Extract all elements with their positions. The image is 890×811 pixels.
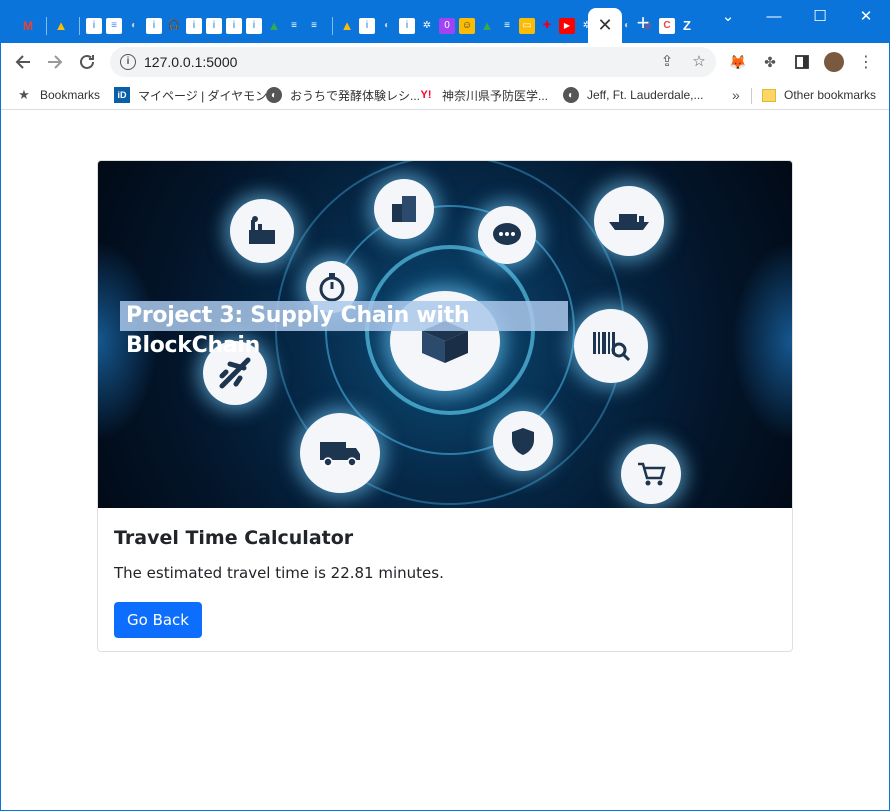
bookmark-label: おうちで発酵体験レシ... [290,88,421,103]
globe-icon[interactable]: ◐ [126,18,142,34]
page-icon[interactable]: i [146,17,162,34]
drive-icon[interactable]: ▲ [266,18,282,34]
page-icon[interactable]: i [86,17,102,34]
doc-icon[interactable]: ≡ [306,18,322,34]
site-info-icon[interactable]: i [120,54,136,70]
drive-icon[interactable]: ▲ [479,18,495,34]
drive-icon[interactable]: ▲ [53,18,69,34]
bookmark-label: 神奈川県予防医学... [442,88,549,103]
forward-button[interactable] [42,49,68,75]
page-icon[interactable]: i [359,17,375,34]
headphones-icon[interactable]: 🎧 [166,18,182,34]
minimize-button[interactable]: — [751,0,797,32]
back-button[interactable] [10,49,36,75]
bookmarks-divider [751,88,752,104]
doc-icon[interactable]: ≡ [286,18,302,34]
result-card: Project 3: Supply Chain with BlockChain … [97,160,793,652]
zero-icon[interactable]: 0 [439,17,455,34]
star-icon: ★ [18,87,30,102]
shield-icon [493,411,553,471]
address-url[interactable]: 127.0.0.1:5000 [144,54,237,70]
page-icon[interactable]: i [186,17,202,34]
hero-title: Project 3: Supply Chain with BlockChain [120,301,568,358]
go-back-button[interactable]: Go Back [114,602,202,638]
extensions-puzzle-icon[interactable]: ✤ [760,52,780,72]
gmail-icon[interactable]: M [20,18,36,34]
side-panel-icon[interactable] [792,52,812,72]
id-icon: iD [114,87,130,103]
maximize-button[interactable]: ☐ [797,0,843,32]
bookmark-label: Other bookmarks [784,88,877,102]
page-icon[interactable]: i [246,17,262,34]
bookmark-star-icon[interactable]: ☆ [690,53,708,71]
bookmark-label: Bookmarks [40,88,101,102]
hero-image: Project 3: Supply Chain with BlockChain [98,161,792,508]
building-icon [374,179,434,239]
bookmark-label: マイページ | ダイヤモン... [138,88,278,103]
youtube-icon[interactable]: ▶ [559,17,575,34]
other-bookmarks[interactable]: Other bookmarks [762,86,876,104]
ship-icon [594,186,664,256]
card-body: Travel Time Calculator The estimated tra… [98,508,792,651]
cart-icon [621,444,681,504]
bookmark-item-kanagawa[interactable]: Y! 神奈川県予防医学... [418,86,549,104]
avatar[interactable] [824,52,844,72]
zoom-icon[interactable]: Z [679,18,695,34]
bookmark-label: Jeff, Ft. Lauderdale,... [587,88,704,102]
openai-icon[interactable]: ✲ [419,18,435,34]
chat-icon [478,206,536,264]
menu-kebab-icon[interactable]: ⋮ [856,52,876,72]
factory-icon [230,199,294,263]
metamask-icon[interactable]: 🦊 [728,52,748,72]
doc-icon[interactable]: ≡ [106,17,122,34]
tab-separator [332,16,333,35]
page-icon[interactable]: i [226,17,242,34]
browser-toolbar: i 127.0.0.1:5000 ⇪ ☆ 🦊 ✤ ⋮ [0,43,890,80]
barcode-icon [574,309,648,383]
globe-icon: ◐ [563,87,579,103]
bookmark-item-mypage[interactable]: iD マイページ | ダイヤモン... [114,86,277,104]
pin-icon[interactable]: ✚ [539,18,555,34]
tab-search-icon[interactable]: ⌄ [705,0,751,32]
side-glow [732,241,792,441]
title-bar: M ▲ i ≡ ◐ i 🎧 i i i i ▲ ≡ ≡ ▲ i ◐ i ✲ 0 … [0,0,890,43]
share-icon[interactable]: ⇪ [658,53,676,71]
reload-button[interactable] [74,49,100,75]
smile-icon[interactable]: ☺ [459,17,475,34]
tab-separator [46,16,47,35]
new-tab-button[interactable]: + [632,12,654,34]
bookmark-item-bookmarks[interactable]: ★ Bookmarks [16,86,100,104]
bookmark-item-fermentation[interactable]: ◐ おうちで発酵体験レシ... [266,86,420,104]
doc-icon[interactable]: ≡ [499,18,515,34]
arrow-left-icon [15,55,30,69]
bookmark-item-jeff[interactable]: ◐ Jeff, Ft. Lauderdale,... [563,86,704,104]
globe-icon[interactable]: ◐ [379,18,395,34]
truck-icon [300,413,380,493]
folder-icon [762,88,776,102]
address-bar[interactable]: i 127.0.0.1:5000 ⇪ ☆ [110,47,716,77]
card-title: Travel Time Calculator [114,527,354,549]
travel-time-result: The estimated travel time is 22.81 minut… [114,564,444,582]
active-tab-close-button[interactable]: ✕ [588,8,622,43]
page-icon[interactable]: i [206,17,222,34]
yahoo-icon: Y! [420,89,432,101]
globe-icon: ◐ [266,87,282,103]
bookmarks-overflow-button[interactable]: » [732,86,740,104]
arrow-right-icon [48,55,63,69]
reload-icon [80,54,94,69]
tab-separator [79,16,80,35]
drive-icon[interactable]: ▲ [339,18,355,34]
c-icon[interactable]: C [659,17,675,34]
note-icon[interactable]: ▭ [519,17,535,34]
page-icon[interactable]: i [399,17,415,34]
bookmarks-bar: ★ Bookmarks iD マイページ | ダイヤモン... ◐ おうちで発酵… [0,80,890,110]
close-window-button[interactable]: ✕ [843,0,889,32]
